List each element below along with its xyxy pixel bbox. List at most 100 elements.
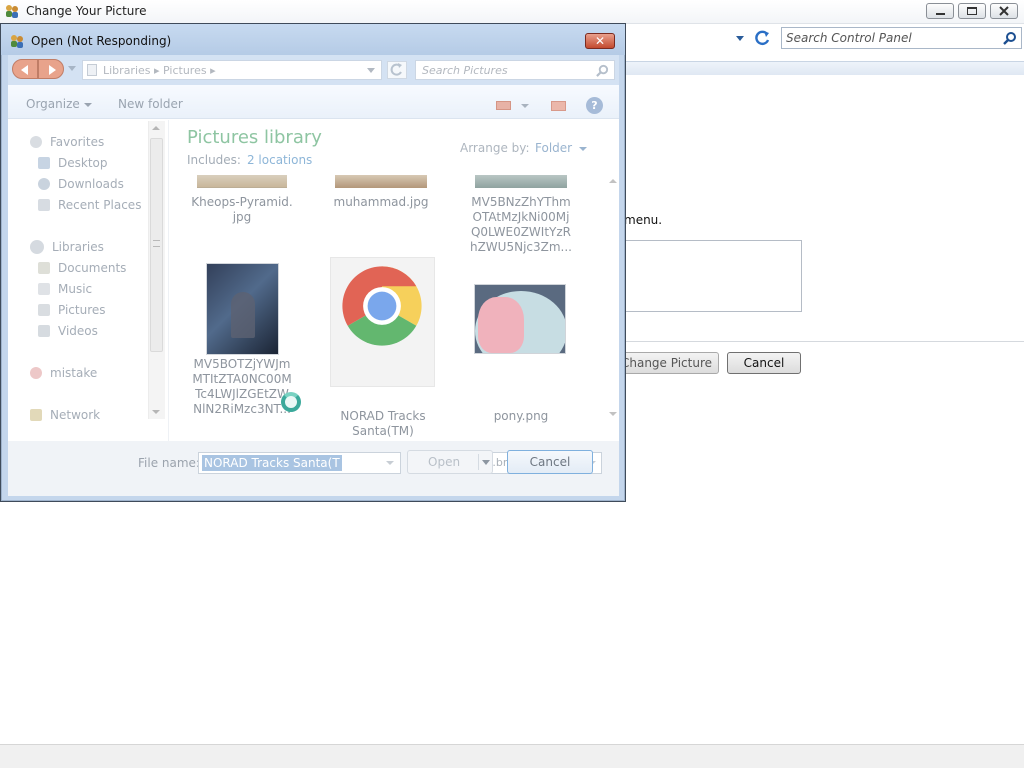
open-button[interactable]: Open [407,450,493,474]
navigation-row: Libraries ▸ Pictures ▸ [8,55,619,85]
libraries-icon [30,240,44,254]
search-icon[interactable] [1003,31,1017,45]
image-thumbnail[interactable] [475,175,567,188]
file-name-combobox[interactable] [198,452,401,474]
file-name-label: File name: [138,456,200,470]
users-icon [11,35,23,48]
breadcrumb-path[interactable]: Libraries ▸ Pictures ▸ [103,64,216,77]
dialog-title: Open (Not Responding) [31,34,172,48]
chevron-down-icon[interactable] [521,104,529,108]
folder-icon [87,64,97,76]
new-folder-button[interactable]: New folder [118,97,183,111]
minimize-icon [935,13,945,15]
users-icon [6,5,18,18]
help-icon[interactable]: ? [586,97,603,114]
nav-label: Downloads [58,177,124,191]
nav-item-libraries[interactable]: Libraries [30,239,104,255]
restore-button[interactable] [958,3,986,19]
picture-preview [618,240,802,312]
movie-poster-thumbnail[interactable] [206,263,279,355]
dialog-cancel-button[interactable]: Cancel [507,450,593,474]
breadcrumb[interactable]: Libraries ▸ Pictures ▸ [82,60,382,80]
back-button[interactable] [12,59,38,79]
scroll-down-icon[interactable] [152,410,160,414]
arrange-by-label: Arrange by: [460,141,530,155]
nav-item-network[interactable]: Network [30,407,100,423]
arrange-value: Folder [535,141,573,155]
search-control-panel-box[interactable] [781,27,1022,49]
nav-item-music[interactable]: Music [38,281,92,297]
nav-label: Desktop [58,156,108,170]
search-icon[interactable] [596,64,609,77]
file-name-input[interactable] [202,455,342,471]
library-includes: Includes: 2 locations [187,153,312,167]
file-list-scrollbar[interactable] [605,176,619,420]
preview-pane-icon[interactable] [551,101,566,111]
nav-item-homegroup[interactable]: mistake [30,365,97,381]
nav-label: Pictures [58,303,106,317]
file-name[interactable]: NORAD Tracks Santa(TM) [328,409,438,439]
dialog-toolbar: Organize New folder ? [8,85,619,119]
instruction-text: menu. [624,213,663,227]
organize-label: Organize [26,97,80,111]
chrome-icon[interactable] [337,261,427,351]
main-title-bar: Change Your Picture [0,0,1024,24]
file-list-pane: Pictures library Includes: 2 locations Ar… [168,120,619,441]
change-view-icon[interactable] [496,101,511,110]
chevron-down-icon[interactable] [482,460,490,465]
file-name[interactable]: pony.png [466,409,576,424]
file-name[interactable]: MV5BOTZjYWJm MTItZTA0NC00M Tc4LWJlZGEtZW… [187,357,297,417]
dialog-close-button[interactable]: ✕ [585,33,615,49]
locations-link[interactable]: 2 locations [247,153,312,167]
refresh-icon [390,63,402,76]
scroll-up-icon[interactable] [152,126,160,130]
cancel-button[interactable]: Cancel [727,352,801,374]
chevron-down-icon[interactable] [367,68,375,73]
library-title: Pictures library [187,127,322,148]
chevron-down-icon[interactable] [731,30,749,46]
scroll-up-icon[interactable] [609,179,617,183]
forward-button[interactable] [38,59,64,79]
nav-item-recent-places[interactable]: Recent Places [38,197,141,213]
music-icon [38,283,50,295]
network-icon [30,409,42,421]
nav-item-documents[interactable]: Documents [38,260,126,276]
file-name[interactable]: Kheops-Pyramid. jpg [187,195,297,225]
file-name[interactable]: muhammad.jpg [326,195,436,210]
open-file-dialog: Open (Not Responding) ✕ Libraries ▸ Pict… [0,23,626,502]
search-input[interactable] [422,63,592,78]
nav-item-desktop[interactable]: Desktop [38,155,108,171]
chevron-down-icon [579,146,588,151]
nav-item-downloads[interactable]: Downloads [38,176,124,192]
recent-pages-chevron-icon[interactable] [68,66,76,71]
nav-item-videos[interactable]: Videos [38,323,98,339]
search-pictures-box[interactable] [415,60,615,80]
image-thumbnail[interactable] [335,175,427,188]
search-input[interactable] [786,30,994,46]
nav-item-pictures[interactable]: Pictures [38,302,106,318]
nav-label: Libraries [52,240,104,254]
restore-icon [967,5,980,15]
pony-thumbnail[interactable] [474,284,566,354]
nav-item-favorites[interactable]: Favorites [30,134,104,150]
scroll-down-icon[interactable] [609,412,617,416]
refresh-button[interactable] [387,61,407,79]
image-thumbnail[interactable] [197,175,287,188]
change-picture-button[interactable]: Change Picture [614,352,719,374]
nav-label: Documents [58,261,127,275]
file-name[interactable]: MV5BNzZhYThm OTAtMzJkNi00Mj Q0LWE0ZWItYz… [466,195,576,255]
minimize-button[interactable] [926,3,954,19]
star-icon [30,136,42,148]
chevron-down-icon[interactable] [386,461,394,465]
divider [618,341,1024,342]
organize-button[interactable]: Organize [26,97,92,111]
navigation-pane: Favorites Desktop Downloads Recent Place… [8,120,168,441]
arrange-by-dropdown[interactable]: Folder [535,141,588,155]
nav-label: Recent Places [58,198,142,212]
downloads-icon [38,178,50,190]
chevron-down-icon [83,102,92,107]
close-button[interactable] [990,3,1018,19]
close-icon: ✕ [594,34,606,48]
refresh-icon[interactable] [753,29,773,47]
dialog-title-bar: Open (Not Responding) ✕ [1,24,625,55]
